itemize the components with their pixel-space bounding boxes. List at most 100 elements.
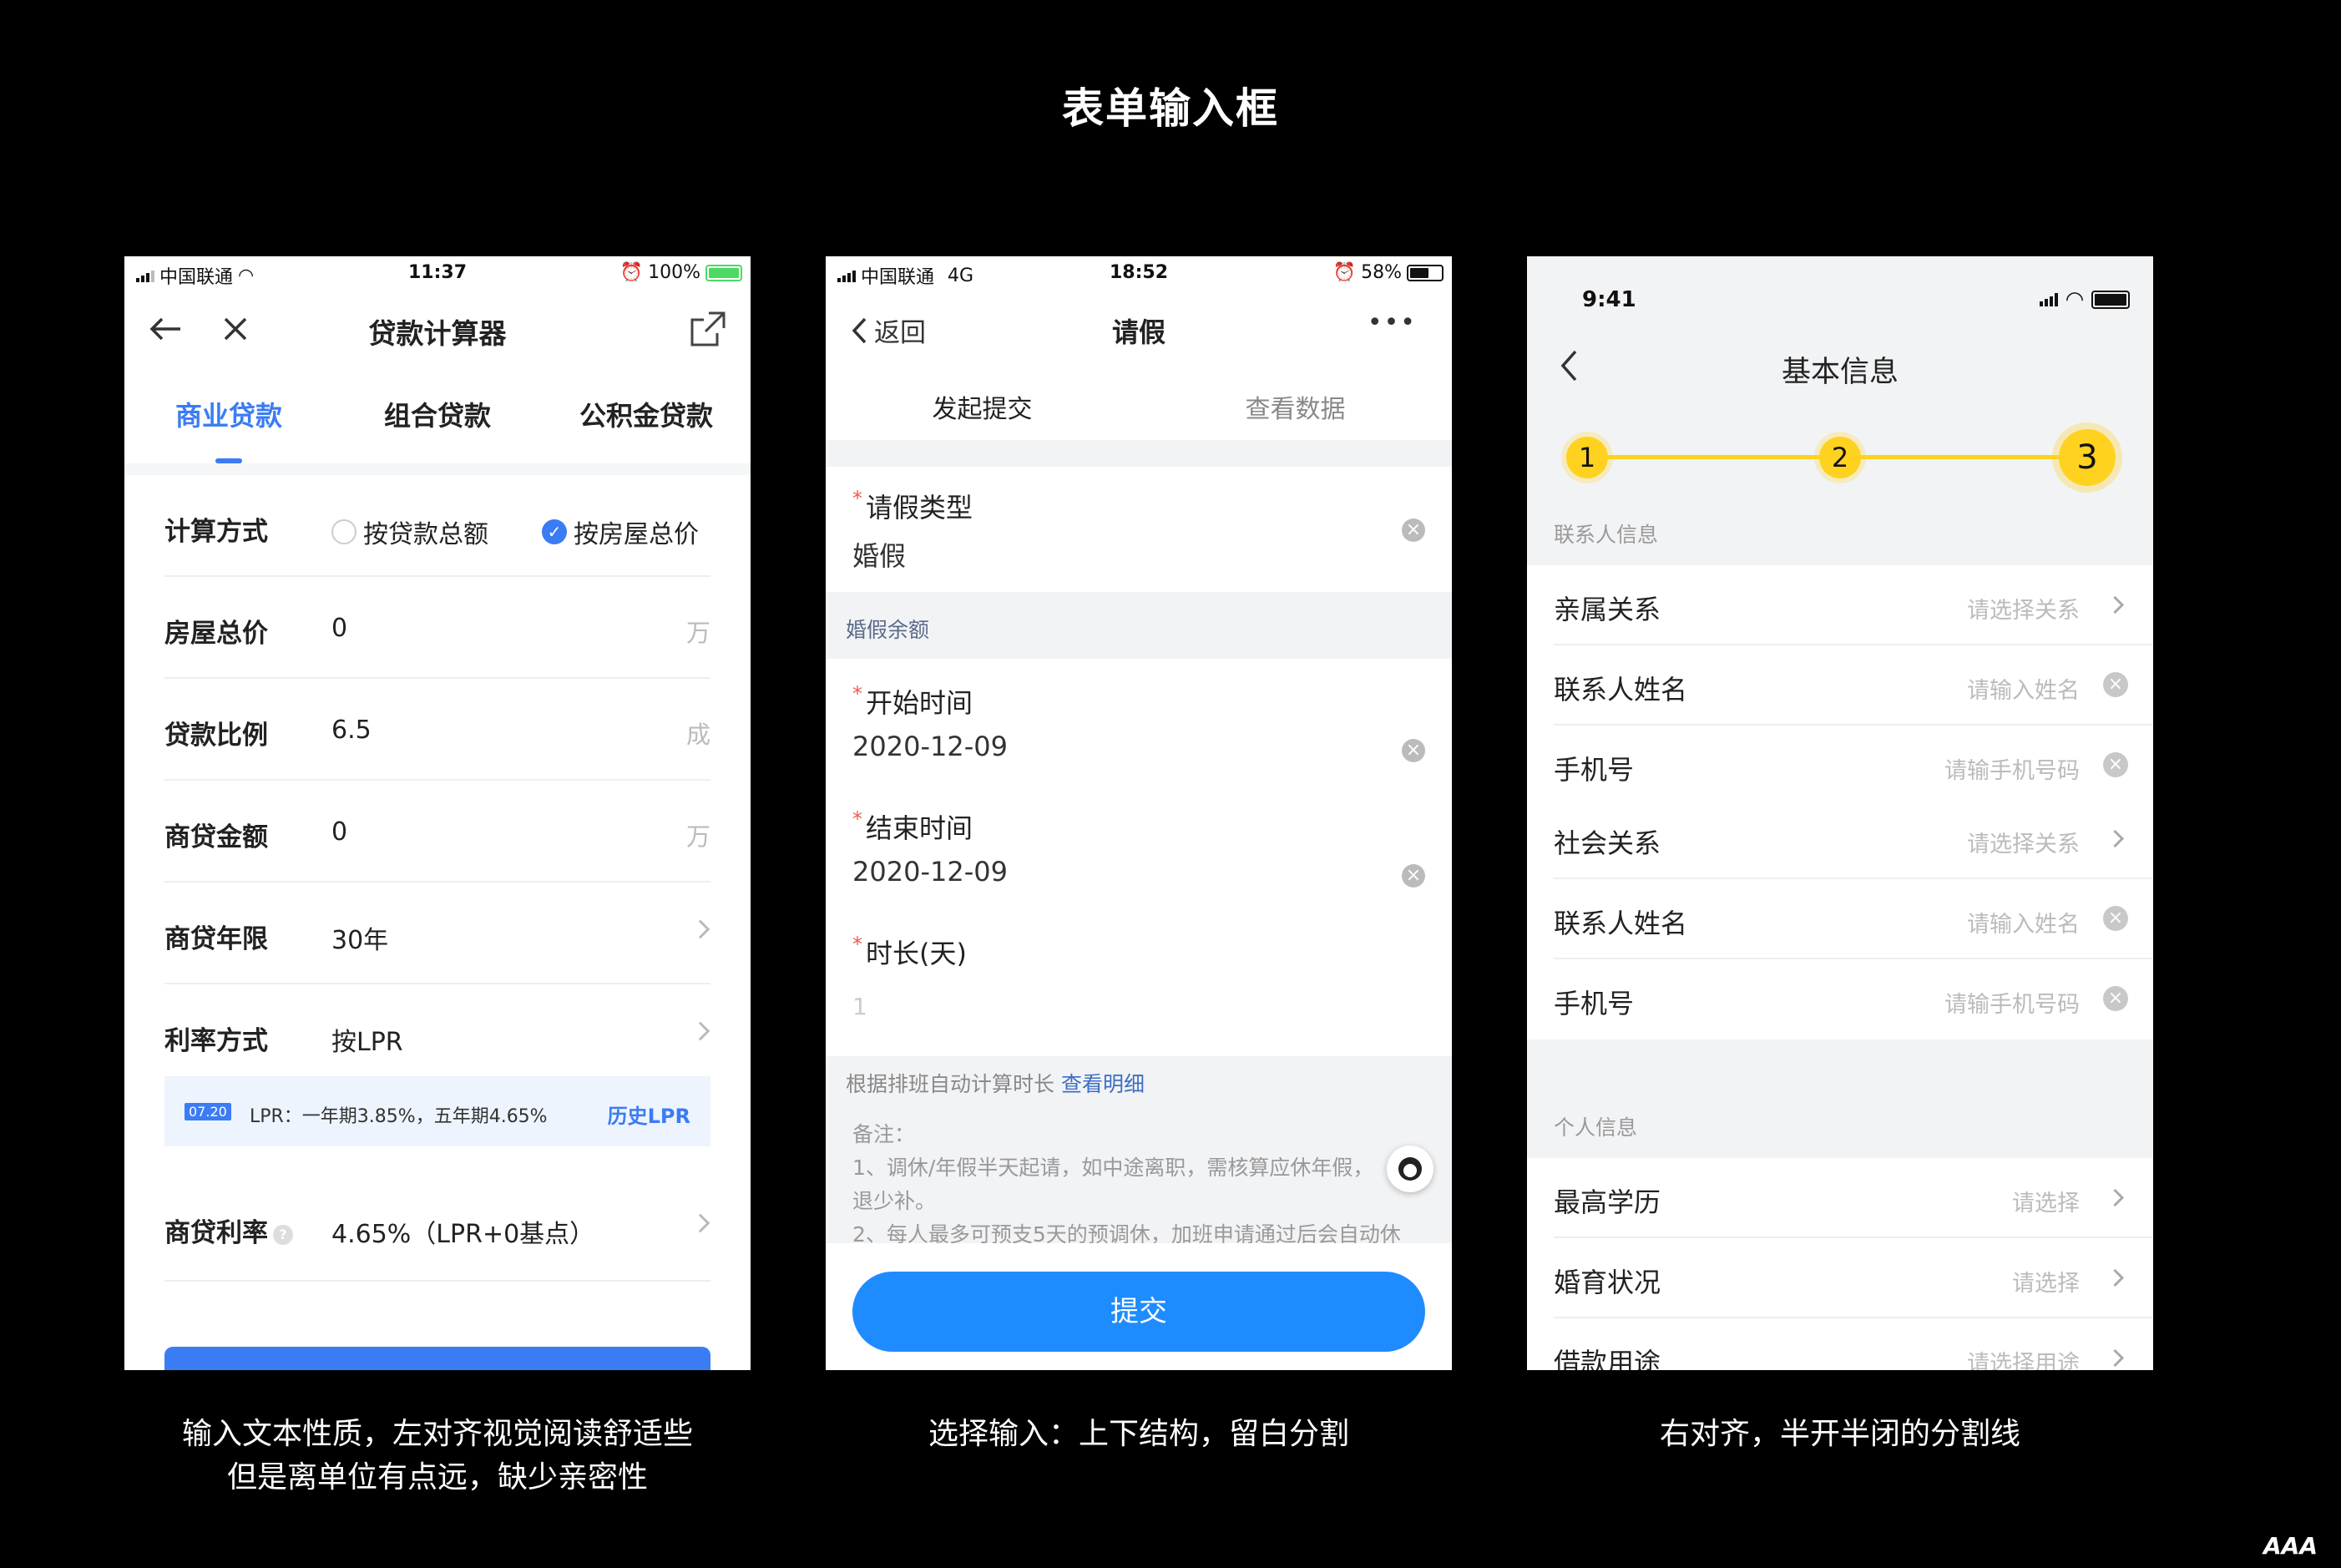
field-label: 借款用途 <box>1554 1347 1661 1370</box>
wifi-icon: ◠ <box>2066 287 2083 312</box>
view-detail-link[interactable]: 查看明细 <box>1061 1072 1145 1096</box>
field-label: 婚育状况 <box>1554 1267 1661 1298</box>
clear-icon[interactable]: × <box>2103 672 2128 697</box>
caption-3: 右对齐，半开半闭的分割线 <box>1464 1413 2216 1456</box>
loan-ratio-input[interactable]: 6.5 <box>331 716 372 745</box>
end-time-value[interactable]: 2020-12-09 <box>852 856 1008 888</box>
input-placeholder[interactable]: 请输入姓名 <box>1967 906 2080 938</box>
step-1: 1 <box>1566 437 1608 478</box>
memo-line: 退少补。 <box>852 1189 937 1213</box>
chevron-right-icon <box>2106 595 2125 615</box>
loan-ratio-row[interactable]: 贷款比例 6.5 成 <box>164 679 710 781</box>
divider <box>124 463 751 475</box>
caption-2: 选择输入：上下结构，留白分割 <box>763 1413 1514 1456</box>
radio-by-loan-total[interactable]: 按贷款总额 <box>331 513 488 550</box>
field-label: * 结束时间 <box>852 807 973 846</box>
share-icon[interactable] <box>687 308 729 350</box>
tab-view-data[interactable]: 查看数据 <box>1139 388 1452 438</box>
select-placeholder[interactable]: 请选择 <box>2012 1265 2080 1297</box>
input-row[interactable]: 手机号 请输手机号码 × <box>1527 959 2153 1039</box>
loan-term-row[interactable]: 商贷年限 30年 <box>164 883 710 984</box>
loan-amount-row[interactable]: 商贷金额 0 万 <box>164 781 710 883</box>
field-label: 手机号 <box>1554 988 1635 1019</box>
battery-percent: 100% <box>648 262 700 283</box>
submit-button[interactable]: 提交 <box>852 1272 1425 1352</box>
field-label: 利率方式 <box>164 1026 268 1056</box>
house-price-input[interactable]: 0 <box>331 614 347 643</box>
basic-info-screen: 9:41 ◠ 基本信息 1 2 3 联系人信息 个人信息 亲属关系 请选择关系 联系… <box>1527 256 2153 1370</box>
calc-method-row: 计算方式 按贷款总额 ✓ 按房屋总价 <box>164 475 710 577</box>
time-fields: * 开始时间 2020-12-09 × * 结束时间 2020-12-09 × <box>826 659 1452 909</box>
help-icon[interactable]: ? <box>273 1224 293 1245</box>
tab-fund-loan[interactable]: 公积金贷款 <box>542 395 751 445</box>
field-label: * 开始时间 <box>852 682 973 721</box>
tab-combined-loan[interactable]: 组合贷款 <box>333 395 542 445</box>
start-time-value[interactable]: 2020-12-09 <box>852 731 1008 762</box>
required-mark: * <box>852 933 862 956</box>
input-placeholder[interactable]: 请输手机号码 <box>1944 986 2080 1019</box>
calc-method-label: 计算方式 <box>164 517 268 547</box>
duration-field[interactable]: * 时长(天) 1 <box>826 909 1452 1056</box>
clear-icon[interactable]: × <box>2103 906 2128 931</box>
house-price-row[interactable]: 房屋总价 0 万 <box>164 577 710 679</box>
loan-term-value: 30年 <box>331 926 389 955</box>
tab-commercial-loan[interactable]: 商业贷款 <box>124 395 333 463</box>
leave-type-value: 婚假 <box>852 540 907 572</box>
chevron-right-icon <box>2106 1348 2125 1368</box>
rate-method-row[interactable]: 利率方式 按LPR <box>164 984 710 1086</box>
field-label: 商贷年限 <box>164 924 268 954</box>
section-title: 个人信息 <box>1554 1115 1638 1140</box>
caption-1: 输入文本性质，左对齐视觉阅读舒适些 但是离单位有点远，缺少亲密性 <box>62 1413 813 1500</box>
leave-type-field[interactable]: * 请假类型 婚假 × <box>826 467 1452 592</box>
loan-amount-input[interactable]: 0 <box>331 817 347 847</box>
radio-label: 按贷款总额 <box>363 520 488 549</box>
caption-line: 选择输入：上下结构，留白分割 <box>928 1417 1349 1451</box>
form-tabs: 发起提交 查看数据 <box>826 388 1452 458</box>
clear-icon[interactable]: × <box>2103 752 2128 777</box>
chevron-right-icon <box>2106 1188 2125 1207</box>
section-header: 联系人信息 <box>1527 498 2153 565</box>
memo-line: 2、每人最多可预支5天的预调休，加班申请通过后会自动休 <box>852 1222 1401 1243</box>
alarm-icon: ⏰ <box>1332 262 1357 283</box>
page-title: 表单输入框 <box>1062 84 1279 133</box>
tab-submit-form[interactable]: 发起提交 <box>826 388 1139 458</box>
more-icon[interactable]: ••• <box>1368 308 1417 337</box>
select-placeholder[interactable]: 请选择关系 <box>1967 592 2080 625</box>
field-label: 社会关系 <box>1554 827 1661 859</box>
signal-icon <box>2040 293 2058 306</box>
input-row[interactable]: 联系人姓名 请输入姓名 × <box>1527 879 2153 959</box>
alarm-icon: ⏰ <box>619 262 644 283</box>
duration-input[interactable]: 1 <box>852 993 867 1020</box>
memo-line: 1、调休/年假半天起请，如中途离职，需核算应休年假， <box>852 1156 1374 1180</box>
chevron-right-icon <box>690 1021 710 1041</box>
clear-icon[interactable]: × <box>1402 739 1425 762</box>
required-mark: * <box>852 487 862 510</box>
loan-calculator-screen: 中国联通 ◠ 11:37 ⏰ 100% 贷款计算器 商业贷款 组合贷款 公积金贷款 … <box>124 256 751 1370</box>
select-placeholder[interactable]: 请选择 <box>2012 1185 2080 1217</box>
clear-icon[interactable]: × <box>1402 518 1425 542</box>
history-lpr-link[interactable]: 历史LPR <box>608 1100 690 1129</box>
nav-bar: 基本信息 <box>1527 330 2153 405</box>
customer-service-icon[interactable] <box>1387 1146 1433 1192</box>
select-placeholder[interactable]: 请选择关系 <box>1967 826 2080 858</box>
clear-icon[interactable]: × <box>2103 986 2128 1011</box>
input-row[interactable]: 联系人姓名 请输入姓名 × <box>1527 645 2153 726</box>
radio-by-house-total[interactable]: ✓ 按房屋总价 <box>542 513 699 550</box>
select-row[interactable]: 亲属关系 请选择关系 <box>1527 565 2153 645</box>
input-placeholder[interactable]: 请输手机号码 <box>1944 752 2080 785</box>
loan-rate-row[interactable]: 商贷利率? 4.65%（LPR+0基点） <box>164 1176 710 1282</box>
input-row[interactable]: 手机号 请输手机号码 × <box>1527 726 2153 806</box>
caption-line: 输入文本性质，左对齐视觉阅读舒适些 <box>181 1417 693 1451</box>
select-row[interactable]: 最高学历 请选择 <box>1527 1158 2153 1238</box>
select-row[interactable]: 社会关系 请选择关系 <box>1527 799 2153 879</box>
nav-title: 贷款计算器 <box>368 317 507 350</box>
select-row[interactable]: 借款用途 请选择用途 <box>1527 1318 2153 1370</box>
calculate-button[interactable] <box>164 1347 710 1370</box>
select-row[interactable]: 婚育状况 请选择 <box>1527 1238 2153 1318</box>
status-bar: 中国联通 4G 18:52 ⏰ 58% <box>826 256 1452 293</box>
clear-icon[interactable]: × <box>1402 864 1425 888</box>
input-placeholder[interactable]: 请输入姓名 <box>1967 672 2080 705</box>
loan-rate-value: 4.65%（LPR+0基点） <box>331 1220 595 1249</box>
select-placeholder[interactable]: 请选择用途 <box>1967 1345 2080 1370</box>
duration-label: 时长(天) <box>866 938 967 969</box>
